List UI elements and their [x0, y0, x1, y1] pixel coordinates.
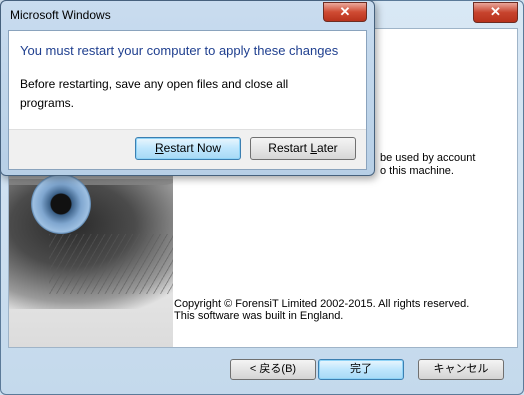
dialog-button-bar: Restart Now Restart Later	[9, 129, 366, 169]
restart-dialog: Microsoft Windows ✕ You must restart you…	[0, 0, 375, 176]
restart-later-button[interactable]: Restart Later	[250, 137, 356, 160]
dialog-close-button[interactable]: ✕	[323, 2, 367, 22]
eye-iris	[31, 174, 91, 234]
dialog-message: Before restarting, save any open files a…	[20, 77, 289, 110]
obscured-text-line-1: be used by account	[380, 152, 476, 164]
dialog-title: Microsoft Windows	[10, 8, 111, 22]
installer-close-button[interactable]: ✕	[473, 2, 518, 23]
dialog-content: You must restart your computer to apply …	[8, 30, 367, 170]
built-in-text: This software was built in England.	[174, 310, 344, 322]
back-button[interactable]: < 戻る(B)	[230, 359, 316, 380]
obscured-text-line-2: o this machine.	[380, 165, 454, 177]
restart-now-button[interactable]: Restart Now	[135, 137, 241, 160]
finish-button[interactable]: 完了	[318, 359, 404, 380]
dialog-heading: You must restart your computer to apply …	[20, 43, 339, 58]
cancel-button[interactable]: キャンセル	[418, 359, 504, 380]
